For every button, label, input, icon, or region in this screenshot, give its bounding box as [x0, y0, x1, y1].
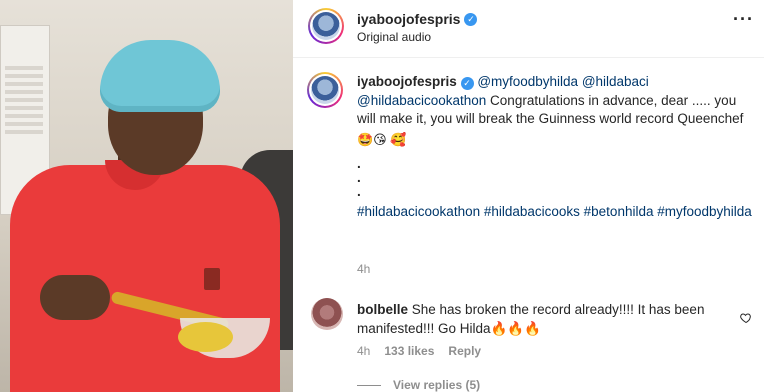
media-chef-hand	[40, 275, 110, 320]
author-avatar[interactable]	[308, 8, 344, 44]
caption-hashtags[interactable]: #hildabacicookathon #hildabacicooks #bet…	[357, 203, 757, 222]
caption-text-block: iyaboojofespris ✓ @myfoodbyhilda @hildab…	[357, 73, 757, 222]
caption-dot: .	[357, 184, 361, 199]
heart-icon[interactable]	[740, 312, 752, 324]
caption-dot: .	[357, 170, 361, 185]
caption-dots: . . .	[357, 157, 757, 199]
caption-author-avatar[interactable]	[307, 72, 343, 108]
media-shirt-logo	[204, 268, 220, 290]
original-audio-link[interactable]: Original audio	[357, 30, 431, 44]
caption-timestamp[interactable]: 4h	[357, 262, 370, 276]
post-details-panel: iyaboojofespris ✓ Original audio ··· iya…	[293, 0, 764, 392]
comment-likes[interactable]: 133 likes	[384, 344, 434, 358]
comment-text: She has broken the record already!!!! It…	[357, 302, 705, 336]
author-username-row[interactable]: iyaboojofespris ✓	[357, 11, 478, 27]
commenter-avatar[interactable]	[311, 298, 343, 330]
post-header: iyaboojofespris ✓ Original audio ···	[293, 0, 764, 56]
header-divider	[293, 57, 764, 58]
comment-timestamp[interactable]: 4h	[357, 344, 370, 358]
caption-dot: .	[357, 156, 361, 171]
caption-verified-badge-icon: ✓	[460, 77, 474, 90]
verified-badge-icon: ✓	[464, 12, 478, 26]
post-media[interactable]	[0, 0, 293, 392]
commenter-username[interactable]: bolbelle	[357, 302, 408, 317]
comment-text-block: bolbelle She has broken the record alrea…	[357, 301, 737, 338]
author-username[interactable]: iyaboojofespris	[357, 11, 460, 27]
caption-emojis: 🤩😘 🥰	[357, 131, 407, 147]
comment-meta: 4h 133 likes Reply	[357, 344, 481, 358]
media-food	[178, 322, 233, 352]
comment-reply-button[interactable]: Reply	[448, 344, 481, 358]
view-replies-label[interactable]: View replies (5)	[393, 378, 480, 392]
more-options-icon[interactable]: ···	[733, 10, 754, 28]
view-replies-button[interactable]: View replies (5)	[357, 378, 480, 392]
view-replies-line	[357, 384, 381, 386]
caption-username[interactable]: iyaboojofespris	[357, 74, 457, 89]
